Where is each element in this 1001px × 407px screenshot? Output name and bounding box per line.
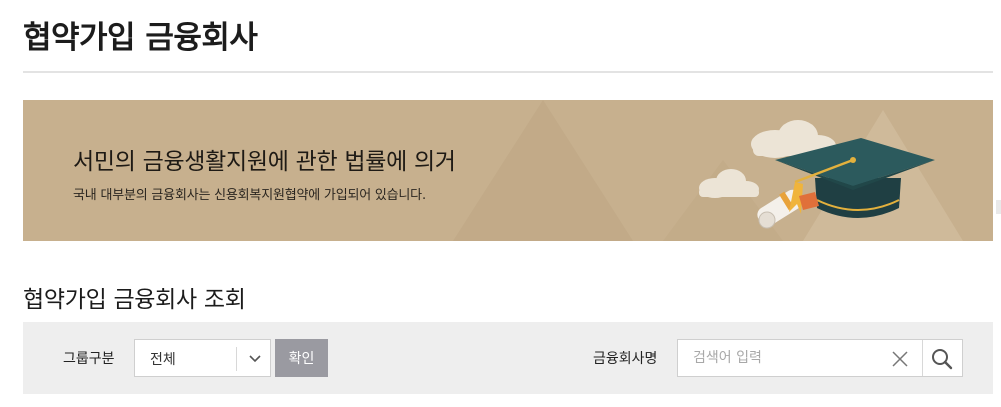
search-divider xyxy=(922,340,923,376)
close-icon[interactable] xyxy=(891,350,909,368)
banner-subtext: 국내 대부분의 금융회사는 신용회복지원협약에 가입되어 있습니다. xyxy=(73,188,426,203)
scroll-edge xyxy=(996,200,1001,214)
section-title: 협약가입 금융회사 조회 xyxy=(23,287,246,313)
confirm-button[interactable]: 확인 xyxy=(275,339,328,377)
page-title: 협약가입 금융회사 xyxy=(23,20,258,56)
group-label: 그룹구분 xyxy=(63,351,115,367)
search-filter-bar: 그룹구분 전체 확인 금융회사명 xyxy=(23,322,993,394)
chevron-down-icon xyxy=(249,355,261,363)
title-divider xyxy=(23,71,993,73)
search-icon[interactable] xyxy=(931,348,953,370)
group-select-value: 전체 xyxy=(150,352,176,368)
cloud-icon xyxy=(699,169,759,198)
banner-heading: 서민의 금융생활지원에 관한 법률에 의거 xyxy=(73,149,456,175)
search-input[interactable] xyxy=(678,340,878,376)
group-select[interactable]: 전체 xyxy=(134,339,271,377)
select-divider xyxy=(236,347,237,371)
info-banner: 서민의 금융생활지원에 관한 법률에 의거 국내 대부분의 금융회사는 신용회복… xyxy=(23,100,993,241)
company-name-label: 금융회사명 xyxy=(593,351,658,367)
company-search-box xyxy=(677,339,963,377)
